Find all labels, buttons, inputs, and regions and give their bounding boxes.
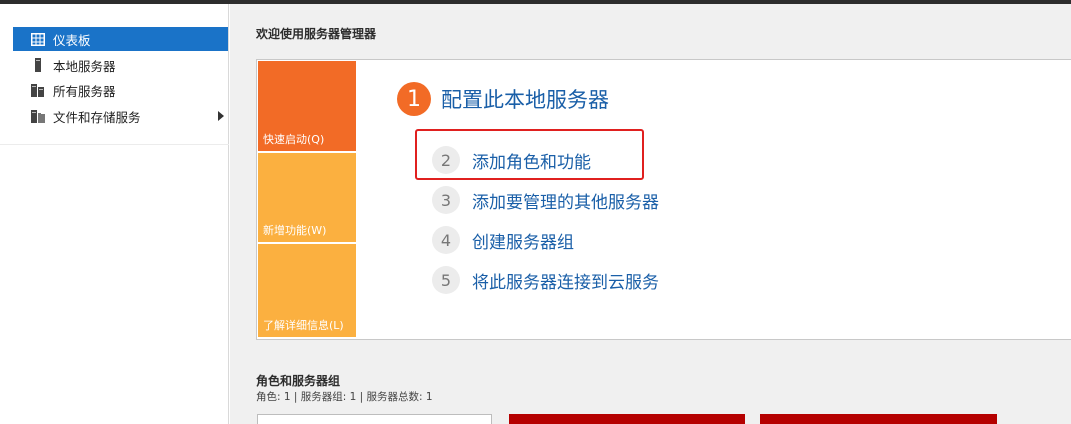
tile-label: 新增功能(W) — [263, 224, 327, 237]
chevron-right-icon[interactable] — [218, 111, 224, 121]
tile-label: 快速启动(Q) — [263, 133, 325, 146]
step-number-badge: 1 — [397, 82, 431, 116]
sidebar-item-all-servers[interactable]: 所有服务器 — [13, 78, 228, 102]
highlight-annotation-box — [415, 129, 644, 180]
page-title: 欢迎使用服务器管理器 — [256, 27, 377, 41]
role-card-alert[interactable] — [509, 414, 745, 424]
file-storage-icon — [31, 109, 45, 123]
sidebar-divider — [0, 144, 229, 145]
servers-icon — [31, 83, 45, 97]
main-content: 欢迎使用服务器管理器 快速启动(Q) 新增功能(W) 了解详细信息(L) 1 配… — [230, 4, 1071, 424]
step-link[interactable]: 创建服务器组 — [472, 228, 574, 253]
step-link[interactable]: 将此服务器连接到云服务 — [472, 268, 659, 293]
step-link[interactable]: 配置此本地服务器 — [441, 84, 609, 114]
sidebar-item-dashboard[interactable]: 仪表板 — [13, 27, 228, 51]
dashboard-grid-icon — [31, 32, 45, 46]
tile-label: 了解详细信息(L) — [263, 319, 344, 332]
step-connect-cloud[interactable]: 5 将此服务器连接到云服务 — [432, 266, 659, 294]
tile-whats-new[interactable]: 新增功能(W) — [258, 153, 356, 242]
step-number-badge: 5 — [432, 266, 460, 294]
tile-learn-more[interactable]: 了解详细信息(L) — [258, 244, 356, 337]
sidebar-item-label: 所有服务器 — [53, 83, 116, 99]
role-card[interactable] — [257, 414, 492, 424]
tile-quick-start[interactable]: 快速启动(Q) — [258, 61, 356, 151]
step-create-server-group[interactable]: 4 创建服务器组 — [432, 226, 574, 254]
step-add-other-servers[interactable]: 3 添加要管理的其他服务器 — [432, 186, 659, 214]
sidebar-item-label: 本地服务器 — [53, 58, 116, 74]
roles-section-title: 角色和服务器组 — [256, 374, 341, 388]
step-link[interactable]: 添加要管理的其他服务器 — [472, 188, 659, 213]
roles-summary: 角色: 1 | 服务器组: 1 | 服务器总数: 1 — [256, 391, 433, 403]
quick-start-panel: 快速启动(Q) 新增功能(W) 了解详细信息(L) 1 配置此本地服务器 2 添… — [256, 59, 1071, 340]
sidebar-item-file-storage[interactable]: 文件和存储服务 — [13, 104, 228, 128]
sidebar-item-label: 文件和存储服务 — [53, 109, 141, 125]
step-configure-local-server[interactable]: 1 配置此本地服务器 — [397, 82, 609, 116]
role-card-alert[interactable] — [760, 414, 997, 424]
server-icon — [31, 58, 45, 72]
step-number-badge: 3 — [432, 186, 460, 214]
sidebar: 仪表板 本地服务器 所有服务器 文件和存储服务 — [0, 4, 229, 424]
step-number-badge: 4 — [432, 226, 460, 254]
sidebar-item-label: 仪表板 — [53, 32, 91, 48]
sidebar-item-local-server[interactable]: 本地服务器 — [13, 53, 228, 77]
